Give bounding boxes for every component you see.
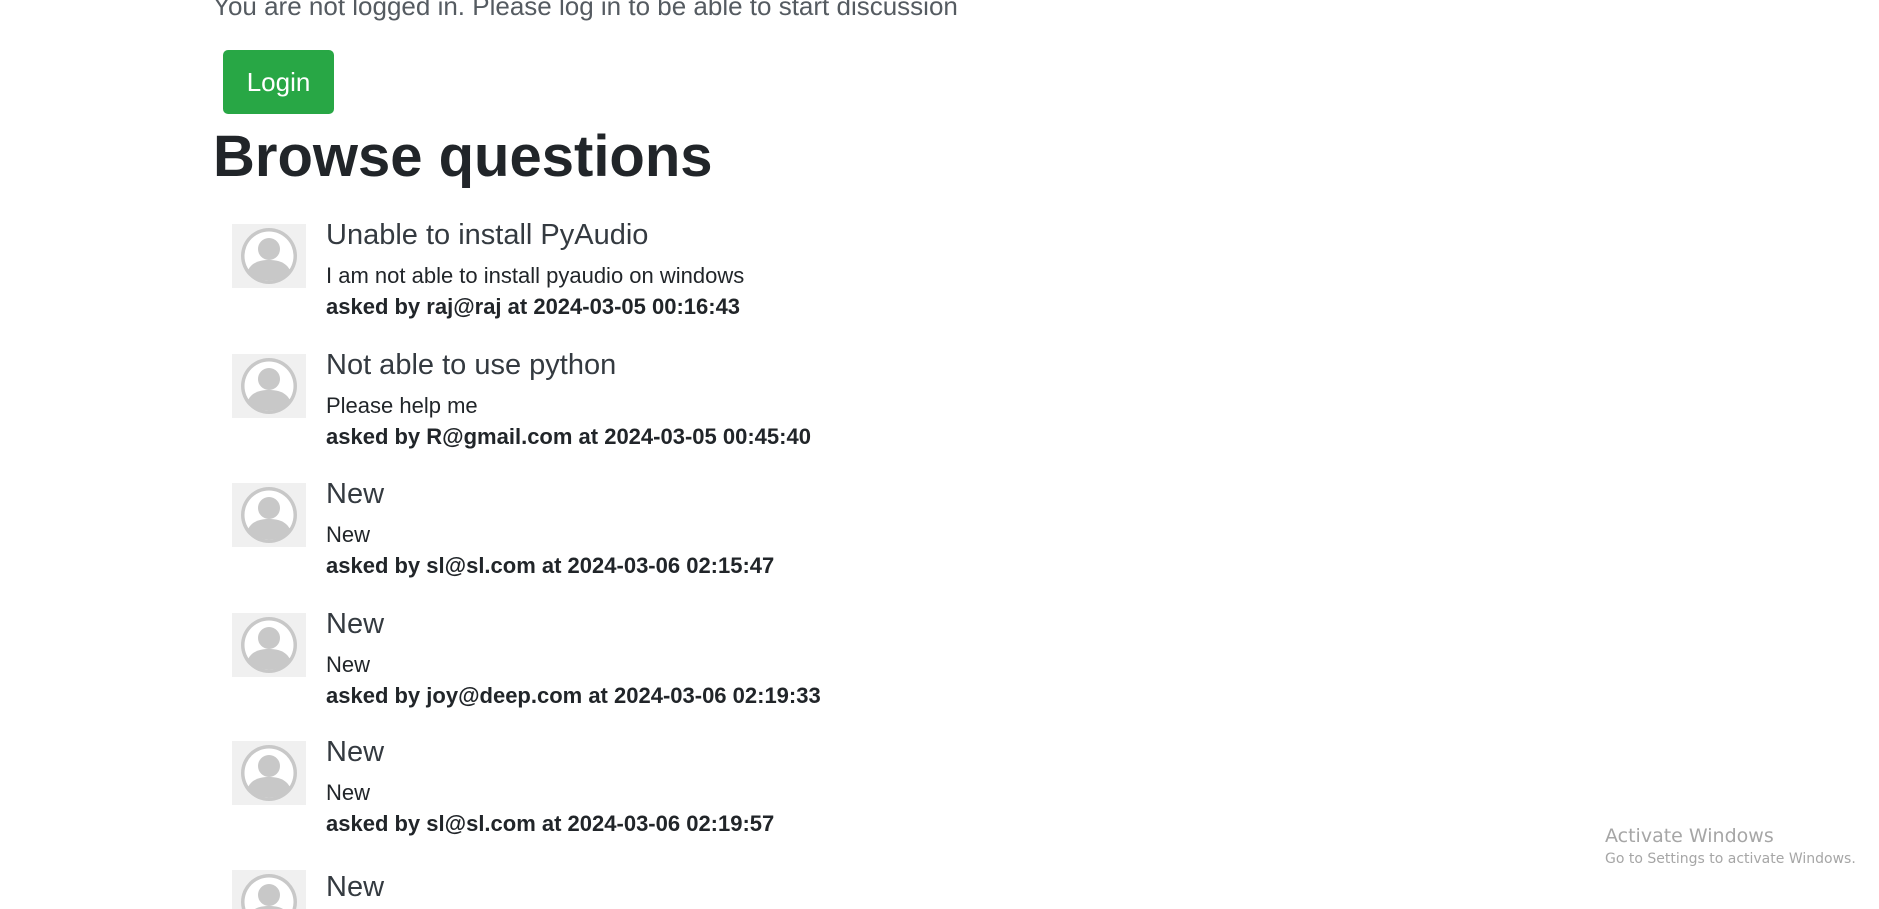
- question-title-link[interactable]: New: [326, 870, 384, 905]
- question-title-link[interactable]: New: [326, 735, 774, 770]
- question-item: Unable to install PyAudio I am not able …: [232, 219, 1132, 344]
- question-description: New: [326, 651, 371, 677]
- question-description: New: [326, 779, 371, 805]
- question-title-link[interactable]: New: [326, 607, 821, 642]
- question-meta: asked by joy@deep.com at 2024-03-06 02:1…: [326, 683, 821, 709]
- question-description: I am not able to install pyaudio on wind…: [326, 262, 745, 288]
- question-item: New New asked by joy@deep.com at 2024-03…: [232, 608, 1132, 733]
- question-item: Not able to use python Please help me as…: [232, 349, 1132, 474]
- user-avatar-icon: [232, 613, 306, 677]
- watermark-subtitle: Go to Settings to activate Windows.: [1605, 850, 1856, 867]
- question-description: Please help me: [326, 392, 478, 418]
- page: You are not logged in. Please log in to …: [0, 0, 1879, 909]
- login-notice: You are not logged in. Please log in to …: [213, 0, 958, 21]
- user-avatar-icon: [232, 741, 306, 805]
- question-item: New New asked by sl@sl.com at 2024-03-06…: [232, 478, 1132, 603]
- user-avatar-icon: [232, 354, 306, 418]
- question-item: New: [232, 870, 1132, 909]
- user-avatar-icon: [232, 483, 306, 547]
- question-title-link[interactable]: Unable to install PyAudio: [326, 218, 744, 253]
- question-meta: asked by R@gmail.com at 2024-03-05 00:45…: [326, 424, 811, 450]
- question-title-link[interactable]: New: [326, 477, 774, 512]
- question-meta: asked by raj@raj at 2024-03-05 00:16:43: [326, 294, 741, 320]
- user-avatar-icon: [232, 870, 306, 909]
- page-title: Browse questions: [213, 124, 713, 189]
- watermark-title: Activate Windows: [1605, 825, 1774, 847]
- login-button[interactable]: Login: [223, 50, 334, 114]
- question-item: New New asked by sl@sl.com at 2024-03-06…: [232, 736, 1132, 861]
- user-avatar-icon: [232, 224, 306, 288]
- question-meta: asked by sl@sl.com at 2024-03-06 02:19:5…: [326, 811, 775, 837]
- question-description: New: [326, 521, 371, 547]
- activate-windows-watermark: Activate Windows Go to Settings to activ…: [1605, 824, 1856, 870]
- question-title-link[interactable]: Not able to use python: [326, 348, 811, 383]
- question-meta: asked by sl@sl.com at 2024-03-06 02:15:4…: [326, 553, 775, 579]
